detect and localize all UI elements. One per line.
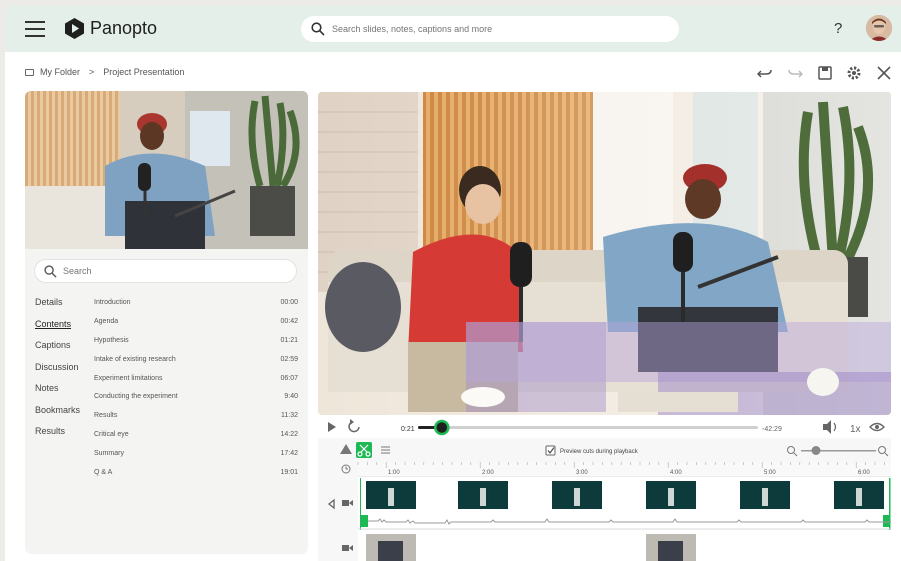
volume-icon[interactable] <box>823 420 837 434</box>
panopto-logo-icon <box>65 18 84 39</box>
contents-panel: Details Contents Captions Discussion Not… <box>25 91 308 554</box>
sidebar-item-contents[interactable]: Contents <box>35 319 80 341</box>
chapter-item[interactable]: Critical eye 14:22 <box>94 431 298 450</box>
remaining-time: -42:29 <box>762 426 782 433</box>
ruler-label: 6:00 <box>858 470 870 476</box>
ruler-label: 3:00 <box>576 470 588 476</box>
gear-icon[interactable] <box>846 65 862 81</box>
contents-search-input[interactable] <box>63 266 180 276</box>
secondary-video-thumbnail[interactable] <box>25 91 308 249</box>
sidebar-item-details[interactable]: Details <box>35 297 80 319</box>
eye-icon[interactable] <box>869 422 885 432</box>
preview-cuts-label: Preview cuts during playback <box>560 449 639 455</box>
chapter-item[interactable]: Experiment limitations 06:07 <box>94 375 298 394</box>
chapter-item[interactable]: Summary 17:42 <box>94 450 298 469</box>
breadcrumb-separator: > <box>89 67 95 77</box>
redo-icon[interactable] <box>787 65 803 81</box>
trim-start-handle[interactable] <box>361 515 368 527</box>
sidebar-nav: Details Contents Captions Discussion Not… <box>35 297 80 448</box>
rewind-icon[interactable] <box>348 419 360 433</box>
secondary-track[interactable] <box>358 530 891 561</box>
chapter-item[interactable]: Q & A 19:01 <box>94 469 298 488</box>
progress-knob[interactable] <box>434 419 450 436</box>
contents-search[interactable] <box>34 259 297 283</box>
close-icon[interactable] <box>876 65 892 81</box>
chapter-item[interactable]: Conducting the experiment 9:40 <box>94 393 298 412</box>
folder-icon <box>25 68 34 76</box>
ruler-label: 1:00 <box>388 470 400 476</box>
ruler-label: 5:00 <box>764 470 776 476</box>
ruler-label: 2:00 <box>482 470 494 476</box>
sidebar-item-results[interactable]: Results <box>35 426 80 448</box>
main-video[interactable] <box>318 92 891 415</box>
search-icon <box>44 264 57 278</box>
play-icon[interactable] <box>328 422 336 432</box>
save-icon[interactable] <box>817 65 833 81</box>
chapter-item[interactable]: Intake of existing research 02:59 <box>94 356 298 375</box>
logo-text: Panopto <box>90 18 158 38</box>
timeline-editor: Preview cuts during playback 1:00 2:00 3:0… <box>318 438 901 561</box>
search-icon <box>311 22 325 36</box>
ruler-label: 4:00 <box>670 470 682 476</box>
menu-icon[interactable] <box>25 21 45 37</box>
breadcrumb: My Folder > Project Presentation <box>25 67 184 77</box>
top-bar: Panopto ? <box>5 5 901 52</box>
sidebar-item-captions[interactable]: Captions <box>35 340 80 362</box>
avatar[interactable] <box>866 15 892 41</box>
playback-speed[interactable]: 1x <box>850 424 861 435</box>
zoom-slider-knob[interactable] <box>811 446 821 455</box>
sidebar-item-discussion[interactable]: Discussion <box>35 362 80 384</box>
breadcrumb-project: Project Presentation <box>103 67 185 77</box>
progress-track[interactable] <box>418 426 758 429</box>
sidebar-item-bookmarks[interactable]: Bookmarks <box>35 405 80 427</box>
chapter-item[interactable]: Hypothesis 01:21 <box>94 337 298 356</box>
breadcrumb-folder[interactable]: My Folder <box>40 67 80 77</box>
undo-icon[interactable] <box>757 65 773 81</box>
playback-bar: 0:21 -42:29 1x <box>318 417 891 437</box>
chapter-item[interactable]: Agenda 00:42 <box>94 318 298 337</box>
time-ruler[interactable] <box>358 462 891 477</box>
global-search[interactable] <box>301 16 679 42</box>
sidebar-item-notes[interactable]: Notes <box>35 383 80 405</box>
current-time: 0:21 <box>401 426 415 433</box>
trim-end-handle[interactable] <box>883 515 890 527</box>
chapter-item[interactable]: Results 11:32 <box>94 412 298 431</box>
app-window: Panopto ? My Folder > Project Presentati… <box>5 5 901 561</box>
help-icon[interactable]: ? <box>834 20 842 37</box>
chapter-item[interactable]: Introduction 00:00 <box>94 299 298 318</box>
video-track[interactable] <box>358 477 891 529</box>
global-search-input[interactable] <box>332 24 662 34</box>
chapter-list: Introduction 00:00 Agenda 00:42 Hypothesis… <box>94 299 298 488</box>
